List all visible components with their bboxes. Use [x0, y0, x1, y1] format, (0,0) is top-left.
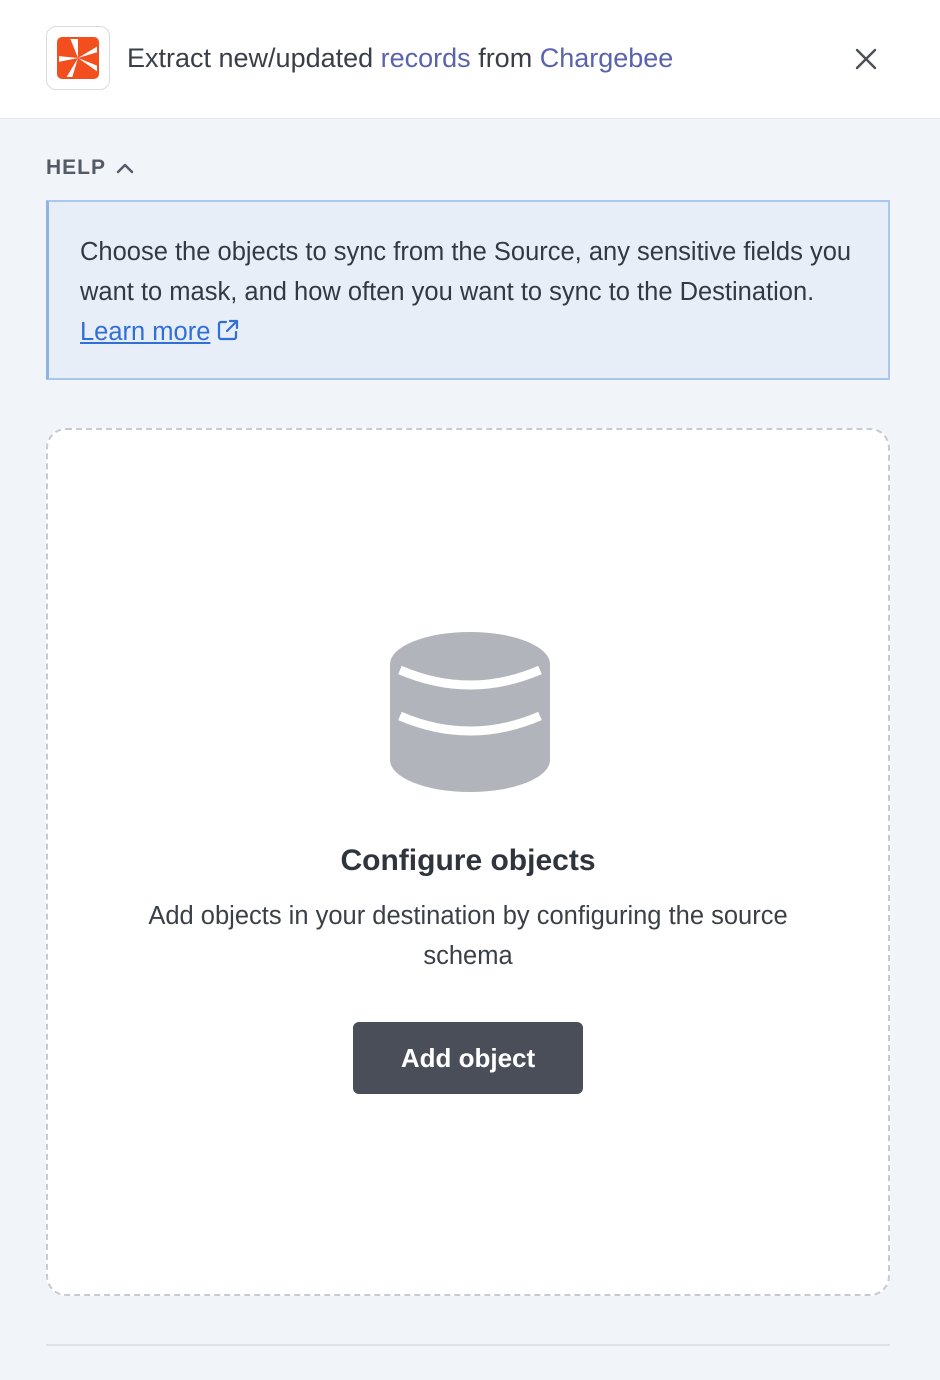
learn-more-link[interactable]: Learn more	[80, 318, 210, 346]
bottom-divider	[46, 1344, 890, 1346]
help-description: Choose the objects to sync from the Sour…	[80, 238, 852, 306]
external-link-icon[interactable]	[216, 318, 240, 342]
add-object-button[interactable]: Add object	[353, 1022, 583, 1094]
close-button[interactable]	[846, 39, 886, 79]
panel-header: Extract new/updated records from Chargeb…	[0, 0, 940, 119]
learn-more-label: Learn more	[80, 318, 211, 346]
database-icon	[390, 632, 550, 792]
help-callout: Choose the objects to sync from the Sour…	[46, 200, 890, 380]
close-icon	[855, 48, 877, 70]
help-label: HELP	[46, 156, 107, 179]
empty-state-title: Configure objects	[340, 844, 596, 877]
panel-title: Extract new/updated records from Chargeb…	[127, 40, 673, 76]
empty-state-card: Configure objects Add objects in your de…	[46, 428, 890, 1296]
title-object-link[interactable]: records	[381, 43, 471, 73]
title-prefix: Extract new/updated	[127, 43, 381, 73]
help-text: Choose the objects to sync from the Sour…	[80, 232, 858, 352]
title-middle: from	[470, 43, 540, 73]
help-toggle[interactable]: HELP	[46, 152, 134, 184]
empty-state-description: Add objects in your destination by confi…	[148, 902, 788, 970]
chargebee-logo	[46, 26, 110, 90]
chargebee-logo-icon	[57, 37, 99, 79]
chevron-up-icon	[116, 163, 134, 174]
title-source-link[interactable]: Chargebee	[540, 43, 674, 73]
